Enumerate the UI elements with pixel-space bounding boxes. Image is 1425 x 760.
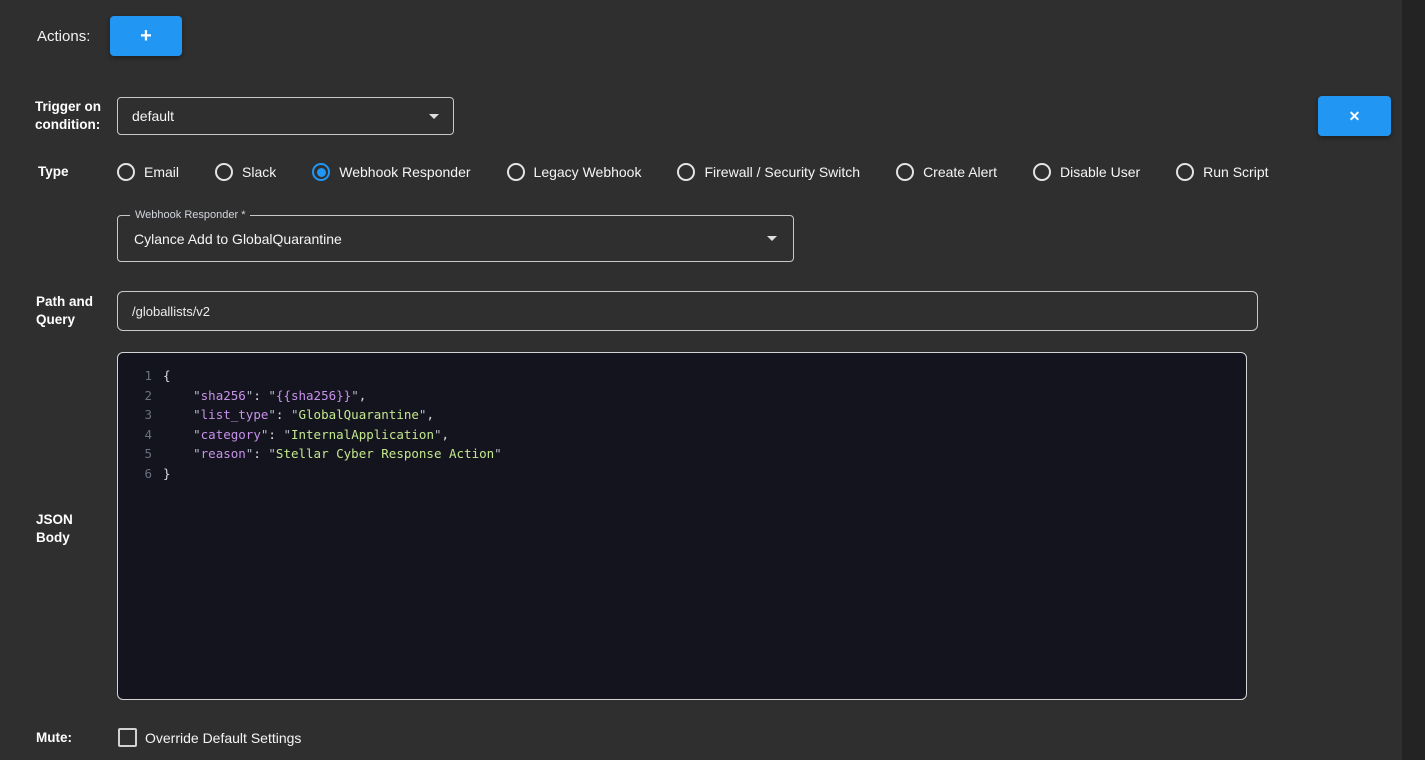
chevron-down-icon <box>767 236 777 241</box>
checkbox-icon[interactable] <box>118 728 137 747</box>
response-action-panel: Actions: + Trigger on condition: default… <box>0 0 1425 760</box>
radio-label: Legacy Webhook <box>534 164 642 180</box>
type-label: Type <box>38 163 69 181</box>
line-number: 1 <box>118 366 163 386</box>
webhook-responder-value: Cylance Add to GlobalQuarantine <box>134 231 759 247</box>
code-line: 4 "category": "InternalApplication", <box>118 425 1246 445</box>
remove-action-button[interactable]: ✕ <box>1318 96 1391 136</box>
mute-label: Mute: <box>36 729 72 747</box>
radio-label: Run Script <box>1203 164 1268 180</box>
code-lines: 1{2 "sha256": "{{sha256}}",3 "list_type"… <box>118 353 1246 483</box>
type-options: Email Slack Webhook Responder Legacy Webhoo… <box>117 160 1269 184</box>
code-line: 6} <box>118 464 1246 484</box>
code-text: "category": "InternalApplication", <box>163 425 1246 445</box>
chevron-down-icon <box>429 114 439 119</box>
radio-option-firewall-security-switch[interactable]: Firewall / Security Switch <box>677 163 860 181</box>
json-body-label: JSON Body <box>36 511 86 547</box>
code-text: "list_type": "GlobalQuarantine", <box>163 405 1246 425</box>
radio-label: Create Alert <box>923 164 997 180</box>
radio-label: Slack <box>242 164 276 180</box>
code-line: 1{ <box>118 366 1246 386</box>
line-number: 6 <box>118 464 163 484</box>
line-number: 3 <box>118 405 163 425</box>
code-text: { <box>163 366 1246 386</box>
radio-option-run-script[interactable]: Run Script <box>1176 163 1268 181</box>
close-icon: ✕ <box>1349 109 1361 123</box>
actions-label: Actions: <box>37 28 90 46</box>
json-body-editor[interactable]: 1{2 "sha256": "{{sha256}}",3 "list_type"… <box>117 352 1247 700</box>
plus-icon: + <box>140 26 152 46</box>
webhook-responder-select[interactable]: Webhook Responder * Cylance Add to Globa… <box>117 215 794 262</box>
trigger-condition-label: Trigger on condition: <box>35 98 119 134</box>
radio-label: Disable User <box>1060 164 1140 180</box>
code-line: 3 "list_type": "GlobalQuarantine", <box>118 405 1246 425</box>
code-line: 5 "reason": "Stellar Cyber Response Acti… <box>118 444 1246 464</box>
radio-option-email[interactable]: Email <box>117 163 179 181</box>
radio-icon <box>1033 163 1051 181</box>
scrollbar-track[interactable] <box>1402 0 1425 760</box>
radio-icon <box>215 163 233 181</box>
line-number: 4 <box>118 425 163 445</box>
radio-label: Firewall / Security Switch <box>704 164 860 180</box>
radio-icon <box>1176 163 1194 181</box>
code-text: "sha256": "{{sha256}}", <box>163 386 1246 406</box>
code-line: 2 "sha256": "{{sha256}}", <box>118 386 1246 406</box>
path-query-input[interactable] <box>117 291 1258 331</box>
radio-icon <box>117 163 135 181</box>
radio-icon <box>312 163 330 181</box>
radio-option-create-alert[interactable]: Create Alert <box>896 163 997 181</box>
line-number: 5 <box>118 444 163 464</box>
trigger-condition-value: default <box>132 108 421 124</box>
checkbox-label: Override Default Settings <box>145 730 301 746</box>
radio-icon <box>677 163 695 181</box>
add-action-button[interactable]: + <box>110 16 182 56</box>
radio-option-disable-user[interactable]: Disable User <box>1033 163 1140 181</box>
radio-label: Webhook Responder <box>339 164 470 180</box>
radio-option-slack[interactable]: Slack <box>215 163 276 181</box>
radio-label: Email <box>144 164 179 180</box>
override-default-settings-option[interactable]: Override Default Settings <box>118 728 301 747</box>
webhook-responder-field-label: Webhook Responder * <box>130 208 250 222</box>
path-query-label: Path and Query <box>36 293 106 329</box>
radio-option-legacy-webhook[interactable]: Legacy Webhook <box>507 163 642 181</box>
radio-icon <box>896 163 914 181</box>
radio-icon <box>507 163 525 181</box>
code-text: } <box>163 464 1246 484</box>
code-text: "reason": "Stellar Cyber Response Action… <box>163 444 1246 464</box>
trigger-condition-select[interactable]: default <box>117 97 454 135</box>
radio-option-webhook-responder[interactable]: Webhook Responder <box>312 163 470 181</box>
line-number: 2 <box>118 386 163 406</box>
